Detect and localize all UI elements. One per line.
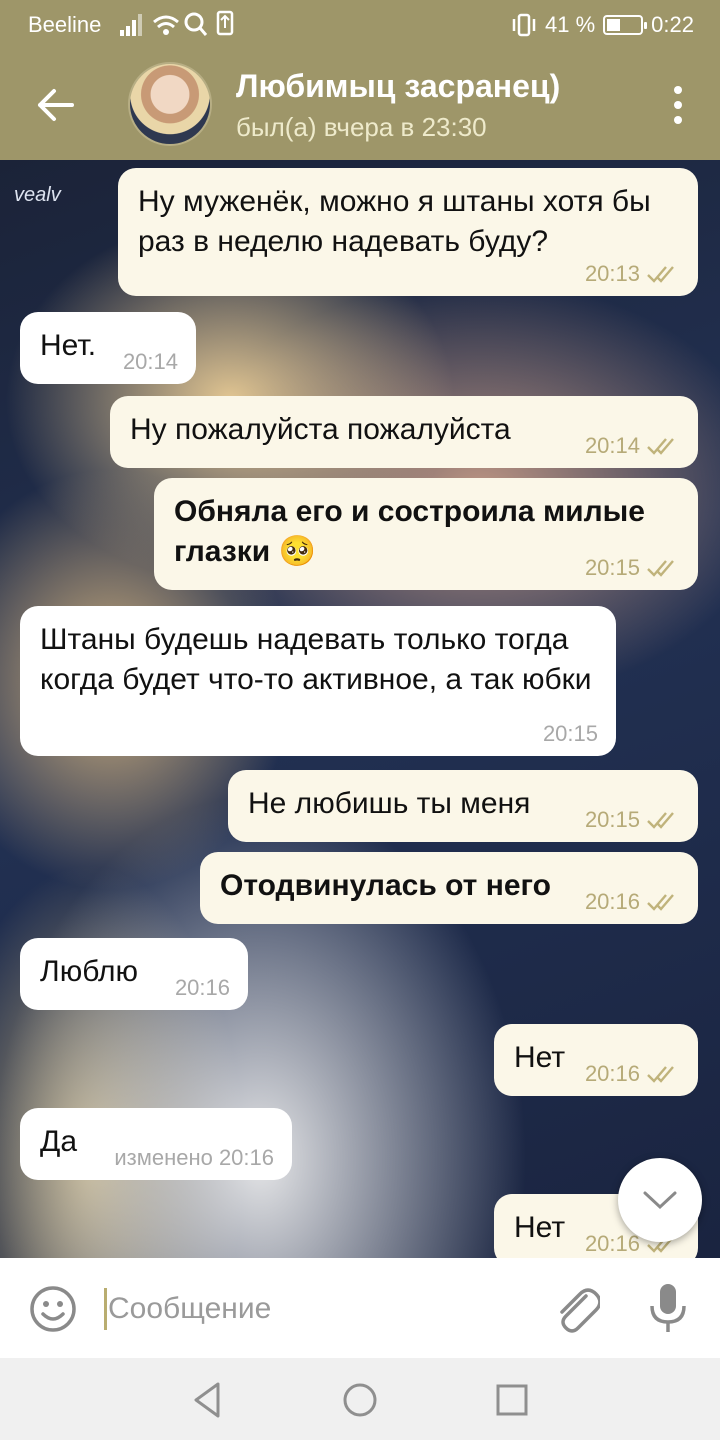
paperclip-icon[interactable] xyxy=(552,1282,600,1336)
chat-messages[interactable]: vealv Ну муженёк, можно я штаны хотя бы … xyxy=(0,160,720,1258)
message-bubble[interactable]: Нет. 20:14 xyxy=(20,312,196,384)
message-text: Штаны будешь надевать только тогда когда… xyxy=(40,623,592,696)
message-time: 20:15 xyxy=(584,555,640,580)
message-bubble[interactable]: Не любишь ты меня 20:15 xyxy=(228,770,698,842)
double-check-icon xyxy=(647,1066,674,1083)
message-time: изменено 20:16 xyxy=(114,1145,274,1170)
status-right: 41 % 0:22 xyxy=(511,12,694,38)
microphone-icon[interactable] xyxy=(644,1280,692,1336)
message-text: Ну муженёк, можно я штаны хотя бы раз в … xyxy=(138,185,651,258)
vibrate-icon xyxy=(512,13,536,37)
message-time: 20:16 xyxy=(584,1061,640,1086)
chevron-down-icon xyxy=(643,1191,677,1210)
message-bubble[interactable]: Ну пожалуйста пожалуйста 20:14 xyxy=(110,396,698,468)
last-seen: был(а) вчера в 23:30 xyxy=(236,112,487,142)
nav-recents-icon[interactable] xyxy=(490,1378,534,1422)
message-composer xyxy=(0,1258,720,1358)
clock: 0:22 xyxy=(651,12,694,37)
double-check-icon xyxy=(647,438,674,455)
double-check-icon xyxy=(647,266,674,283)
message-time: 20:14 xyxy=(584,433,640,458)
contact-name[interactable]: Любимыц засранец) xyxy=(236,68,560,105)
smiley-icon[interactable] xyxy=(28,1284,78,1334)
battery-icon xyxy=(603,15,648,35)
message-bubble[interactable]: Нет 20:16 xyxy=(494,1024,698,1096)
message-bubble[interactable]: Да изменено 20:16 xyxy=(20,1108,292,1180)
arrow-left-icon xyxy=(38,89,74,121)
message-time: 20:16 xyxy=(584,889,640,914)
message-bubble[interactable]: Обняла его и состроила милые глазки 🥺 20… xyxy=(154,478,698,590)
status-icons xyxy=(120,10,234,36)
status-bar: Beeline 41 % 0:22 xyxy=(0,0,720,48)
message-time: 20:14 xyxy=(122,349,178,374)
system-navigation-bar xyxy=(0,1358,720,1440)
text-caret xyxy=(104,1288,107,1330)
back-button[interactable] xyxy=(28,78,82,132)
scroll-down-button[interactable] xyxy=(618,1158,702,1242)
message-bubble[interactable]: Ну муженёк, можно я штаны хотя бы раз в … xyxy=(118,168,698,296)
wallpaper-watermark: vealv xyxy=(14,184,61,206)
nav-home-icon[interactable] xyxy=(338,1378,382,1422)
battery-percent: 41 % xyxy=(545,12,596,37)
message-time: 20:13 xyxy=(584,261,640,286)
carrier-name: Beeline xyxy=(28,12,102,37)
double-check-icon xyxy=(647,560,674,577)
more-vertical-icon[interactable] xyxy=(666,80,690,130)
message-bubble[interactable]: Люблю 20:16 xyxy=(20,938,248,1010)
message-time: 20:16 xyxy=(174,975,230,1000)
message-bubble[interactable]: Отодвинулась от него 20:16 xyxy=(200,852,698,924)
message-time: 20:15 xyxy=(584,807,640,832)
chat-header: Любимыц засранец) был(а) вчера в 23:30 xyxy=(0,48,720,160)
double-check-icon xyxy=(647,894,674,911)
avatar[interactable] xyxy=(128,62,212,146)
message-input[interactable] xyxy=(108,1286,528,1332)
message-time: 20:15 xyxy=(542,721,598,746)
nav-back-icon[interactable] xyxy=(186,1378,230,1422)
message-bubble[interactable]: Штаны будешь надевать только тогда когда… xyxy=(20,606,616,756)
message-time: 20:16 xyxy=(584,1231,640,1256)
double-check-icon xyxy=(647,812,674,829)
